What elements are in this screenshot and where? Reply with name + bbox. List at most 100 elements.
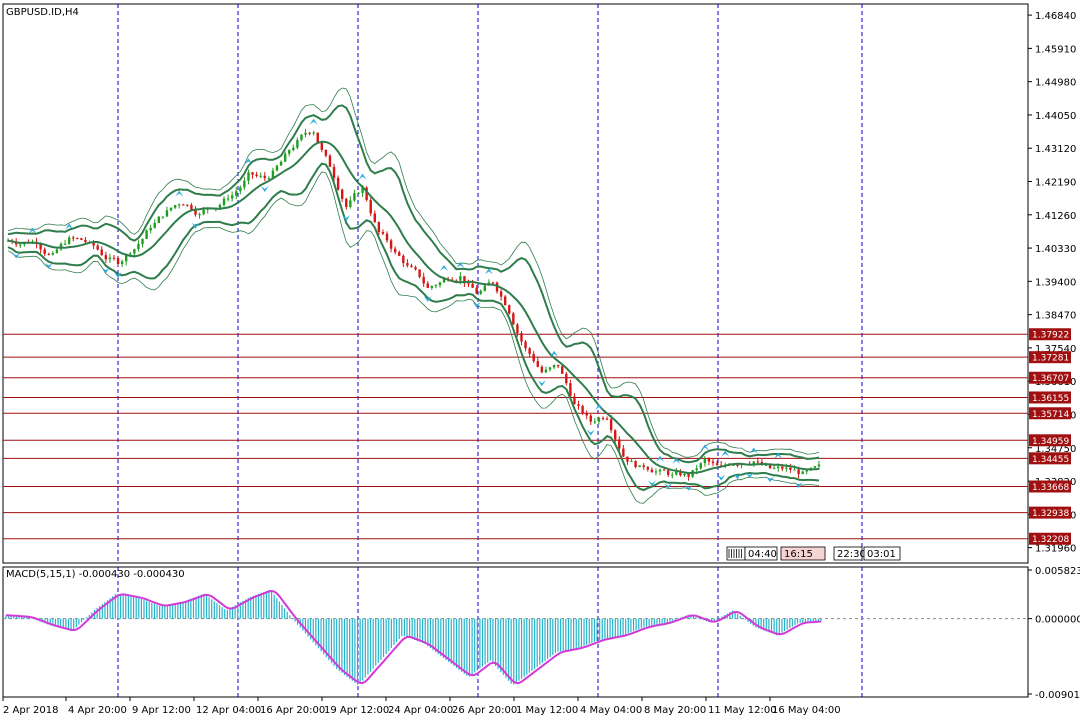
candle — [393, 248, 397, 253]
candle — [336, 177, 340, 190]
time-tick-label: 19 Apr 12:00 — [324, 705, 389, 716]
candle — [573, 396, 576, 405]
candle — [646, 467, 650, 470]
candle — [650, 469, 654, 473]
candle — [589, 415, 592, 422]
candle — [658, 469, 662, 472]
price-tick-label: 1.43120 — [1035, 144, 1076, 155]
candle — [548, 367, 552, 370]
candle — [499, 291, 503, 297]
price-level-label: 1.36707 — [1032, 374, 1069, 384]
time-tick-label: 4 May 04:00 — [580, 705, 642, 716]
candle — [536, 361, 539, 367]
session-tab-bar — [726, 546, 746, 561]
candle — [112, 257, 116, 259]
candle — [161, 216, 165, 218]
candle — [243, 180, 246, 188]
candle — [491, 282, 495, 284]
candle — [581, 405, 584, 414]
price-level-label: 1.36155 — [1032, 394, 1069, 404]
candle — [108, 257, 112, 260]
macd-panel — [2, 566, 1029, 698]
time-tick-label: 11 May 12:00 — [708, 705, 777, 716]
candle — [614, 430, 617, 440]
candle — [72, 237, 75, 239]
candle — [47, 253, 50, 255]
candle — [137, 244, 140, 250]
candle — [715, 463, 719, 466]
candle — [781, 466, 784, 469]
candle — [467, 283, 470, 285]
time-tick-label: 26 Apr 20:00 — [452, 705, 517, 716]
price-tick-label: 1.42190 — [1035, 178, 1076, 189]
candle — [634, 461, 637, 468]
session-time-label: 16:15 — [784, 549, 813, 560]
candle — [561, 366, 564, 374]
session-time-label: 03:01 — [867, 549, 896, 560]
time-tick-label: 16 May 04:00 — [772, 705, 841, 716]
candle — [377, 221, 381, 233]
price-level-label: 1.34455 — [1032, 455, 1069, 465]
candle — [618, 439, 621, 449]
price-level-label: 1.37922 — [1032, 331, 1069, 341]
candle — [422, 276, 425, 284]
candle — [654, 471, 658, 473]
candle — [357, 192, 360, 194]
candle — [202, 209, 205, 215]
price-tick-label: 1.41260 — [1035, 211, 1076, 222]
candle — [544, 369, 548, 373]
price-panel — [2, 3, 1029, 564]
candle — [801, 471, 804, 475]
candle — [483, 285, 487, 291]
candle — [381, 232, 385, 234]
candle — [585, 413, 588, 416]
candle — [157, 216, 161, 223]
price-level-label: 1.32208 — [1032, 535, 1069, 545]
candle — [601, 418, 605, 420]
candle — [605, 418, 609, 420]
candle — [263, 175, 266, 179]
candle — [288, 150, 291, 154]
time-tick-label: 4 Apr 20:00 — [68, 705, 127, 716]
candle — [349, 200, 352, 207]
candle — [597, 418, 601, 422]
candle — [813, 466, 817, 468]
candle — [84, 239, 87, 242]
candle — [434, 285, 438, 287]
price-tick-label: 1.40330 — [1035, 244, 1076, 255]
price-tick-label: 1.39400 — [1035, 277, 1076, 288]
candle — [267, 177, 271, 179]
candle — [671, 474, 674, 476]
candle — [479, 290, 482, 294]
candle — [385, 233, 389, 241]
candle — [662, 469, 666, 471]
candle — [389, 240, 393, 249]
macd-title: MACD(5,15,1) -0.000430 -0.000430 — [6, 569, 185, 580]
candle — [520, 333, 523, 342]
candle — [528, 348, 531, 354]
time-tick-label: 8 May 20:00 — [644, 705, 706, 716]
candle — [369, 200, 372, 214]
candle — [312, 132, 315, 134]
candle — [683, 473, 686, 476]
candle — [129, 253, 132, 255]
candle — [438, 282, 442, 286]
candle — [63, 243, 67, 245]
candle — [577, 404, 580, 406]
time-tick-label: 9 Apr 12:00 — [132, 705, 191, 716]
candle — [198, 214, 201, 216]
candle — [169, 207, 173, 211]
candle — [785, 467, 788, 469]
candle — [239, 187, 242, 192]
candle — [703, 458, 707, 464]
candle — [609, 419, 613, 431]
candle — [304, 132, 307, 135]
candle — [149, 227, 152, 231]
candle — [503, 296, 507, 306]
time-tick-label: 2 Apr 2018 — [3, 705, 58, 716]
candle — [398, 252, 401, 256]
price-tick-label: 1.44050 — [1035, 111, 1076, 122]
candle — [251, 172, 254, 175]
candle — [104, 255, 108, 260]
candle — [426, 283, 429, 288]
